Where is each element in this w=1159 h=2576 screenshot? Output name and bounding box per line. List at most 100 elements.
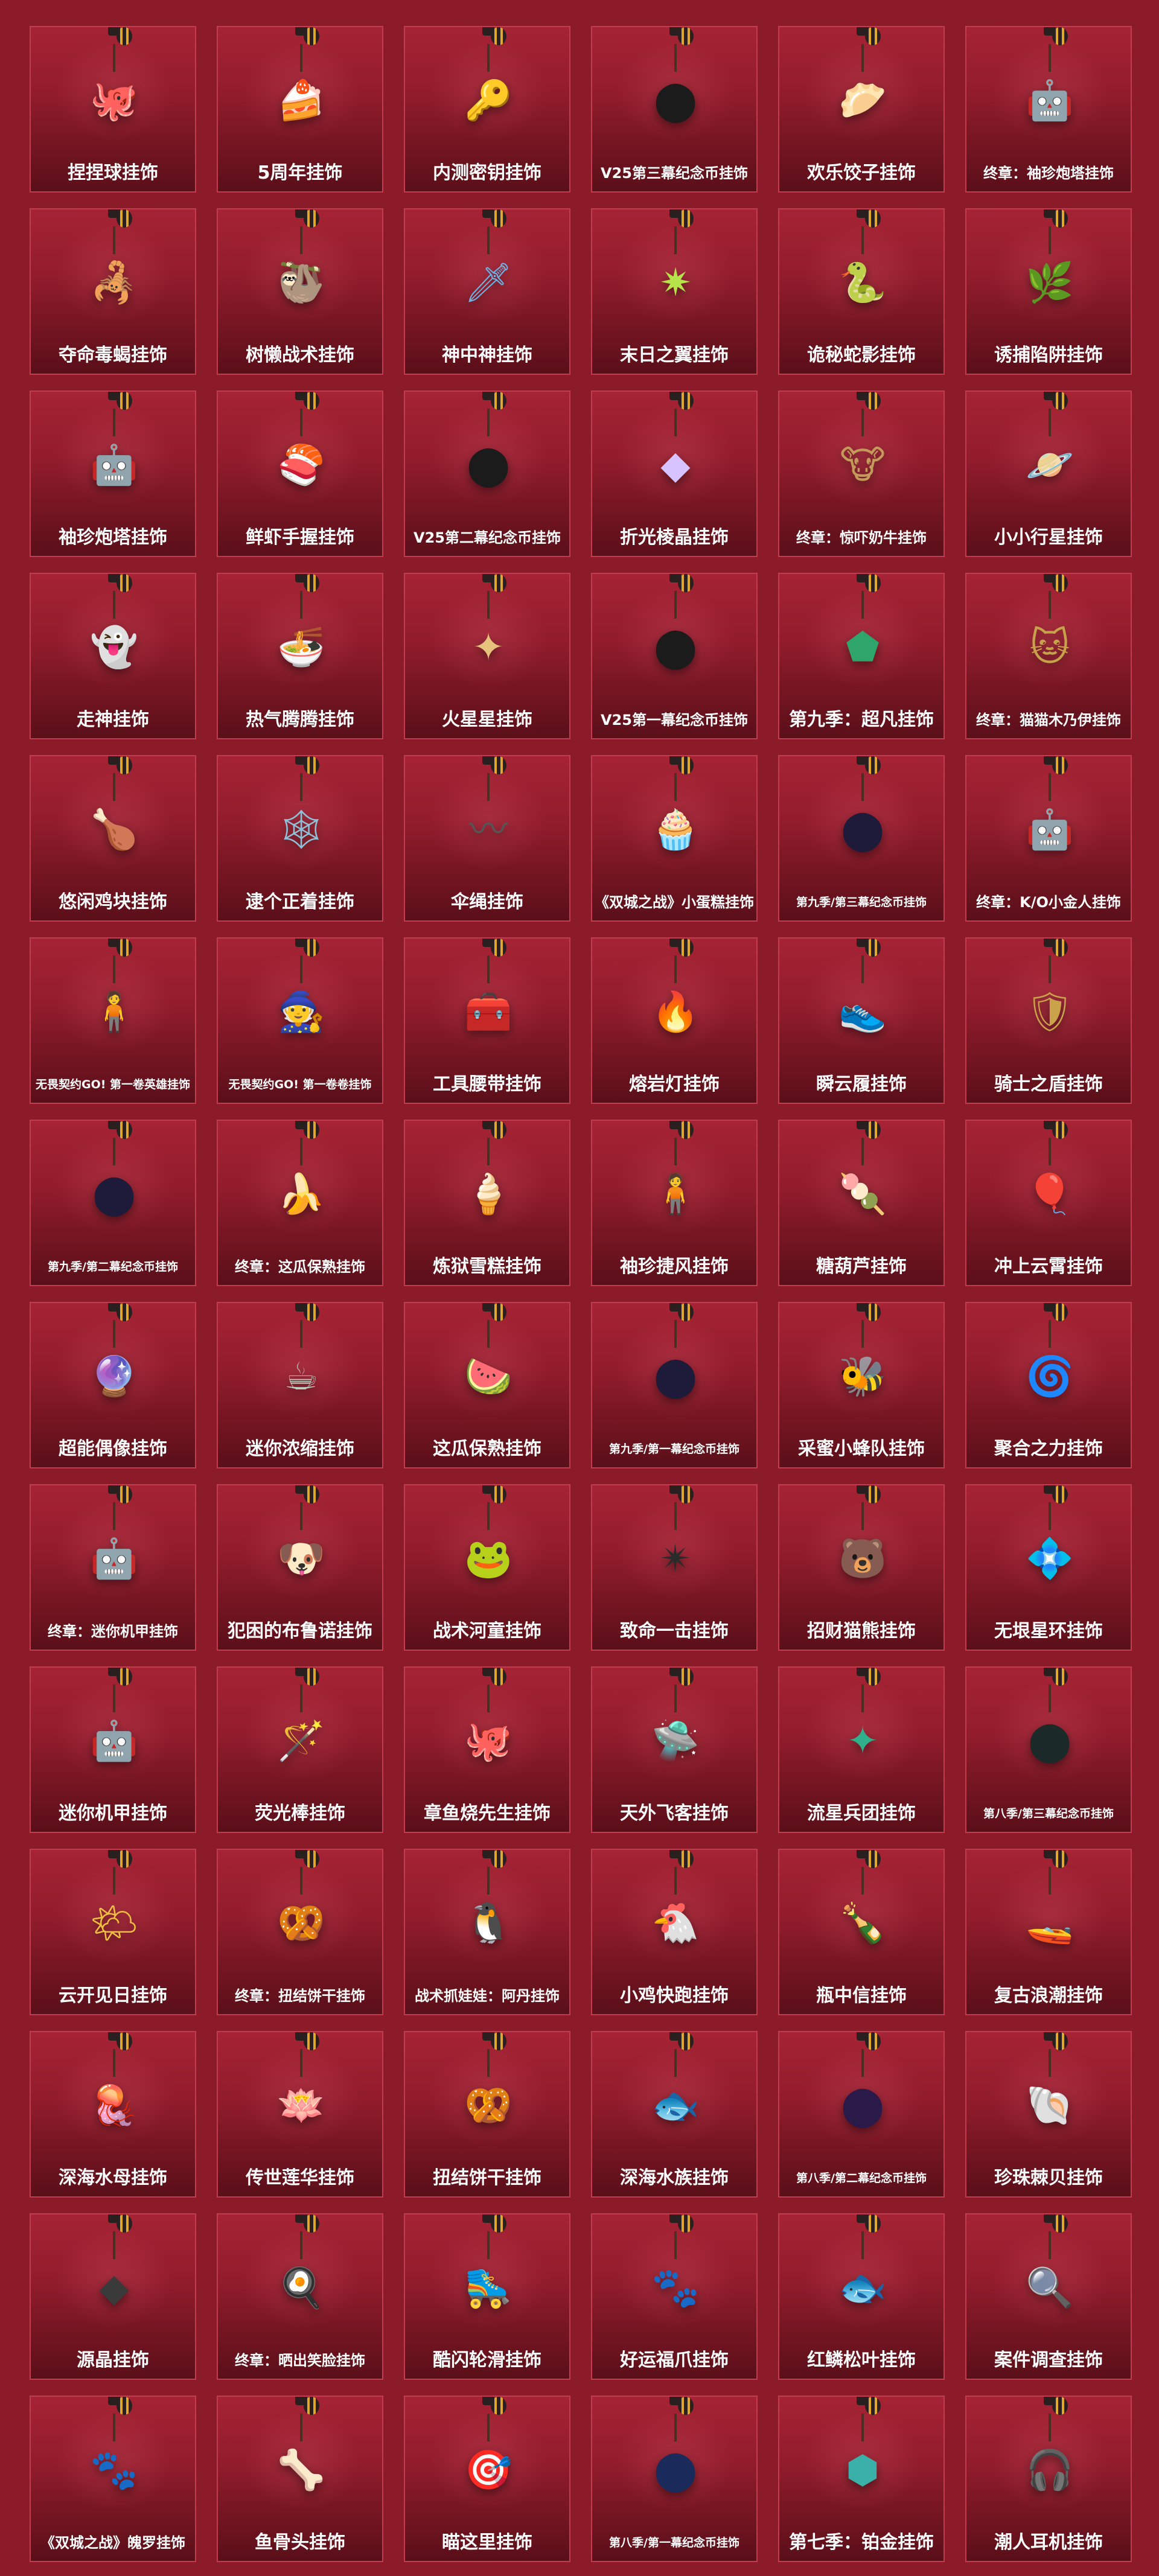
charm-card[interactable]: 🔮 超能偶像挂饰 bbox=[30, 1302, 196, 1468]
charm-card[interactable]: 🥟 欢乐饺子挂饰 bbox=[778, 26, 945, 193]
charm-card[interactable]: 🍣 鲜虾手握挂饰 bbox=[217, 391, 383, 557]
charm-card[interactable]: 🍗 悠闲鸡块挂饰 bbox=[30, 755, 196, 922]
charm-card[interactable]: 🐻 招财猫熊挂饰 bbox=[778, 1484, 945, 1651]
charm-card[interactable]: 🐱 终章：猫猫木乃伊挂饰 bbox=[965, 573, 1132, 739]
charm-card[interactable]: 👟 瞬云履挂饰 bbox=[778, 937, 945, 1104]
charm-card[interactable]: 🪷 传世莲华挂饰 bbox=[217, 2031, 383, 2198]
charm-card[interactable]: ⬤ 第八季/第三幕纪念币挂饰 bbox=[965, 1666, 1132, 1833]
platinum-badge-charm-icon: ⬢ bbox=[846, 2448, 880, 2493]
charm-card[interactable]: 🍰 5周年挂饰 bbox=[217, 26, 383, 193]
charm-card[interactable]: 🧰 工具腰带挂饰 bbox=[404, 937, 570, 1104]
charm-card[interactable]: 🤖 袖珍炮塔挂饰 bbox=[30, 391, 196, 557]
charm-card[interactable]: 🔍 案件调查挂饰 bbox=[965, 2213, 1132, 2380]
charm-card[interactable]: 🧁 《双城之战》小蛋糕挂饰 bbox=[591, 755, 758, 922]
ring-orb-charm-icon: 💠 bbox=[1026, 1537, 1074, 1581]
melon-slice-charm-icon: 🍌 bbox=[277, 1172, 325, 1217]
turret-charm-icon: 🤖 bbox=[90, 443, 138, 488]
charm-card[interactable]: 🦥 树懒战术挂饰 bbox=[217, 208, 383, 375]
charm-card[interactable]: 🥨 终章：扭结饼干挂饰 bbox=[217, 1849, 383, 2015]
charm-card[interactable]: 🐙 捏捏球挂饰 bbox=[30, 26, 196, 193]
charm-card[interactable]: 🐧 战术抓娃娃：阿丹挂饰 bbox=[404, 1849, 570, 2015]
charm-card[interactable]: 🐸 战术河童挂饰 bbox=[404, 1484, 570, 1651]
charm-card[interactable]: 🧍 无畏契约GO! 第一卷英雄挂饰 bbox=[30, 937, 196, 1104]
charm-card[interactable]: 🔑 内测密钥挂饰 bbox=[404, 26, 570, 193]
charm-card[interactable]: 🍦 炼狱雪糕挂饰 bbox=[404, 1120, 570, 1286]
charm-card[interactable]: 🌀 聚合之力挂饰 bbox=[965, 1302, 1132, 1468]
charm-card[interactable]: ⬤ V25第一幕纪念币挂饰 bbox=[591, 573, 758, 739]
charm-card[interactable]: 🐾 《双城之战》魄罗挂饰 bbox=[30, 2396, 196, 2562]
clip-hook-icon bbox=[108, 1485, 132, 1503]
charm-card[interactable]: 🍳 终章：晒出笑脸挂饰 bbox=[217, 2213, 383, 2380]
clip-hook-icon bbox=[295, 939, 319, 957]
charm-card[interactable]: ◆ 源晶挂饰 bbox=[30, 2213, 196, 2380]
charm-card[interactable]: 🐍 诡秘蛇影挂饰 bbox=[778, 208, 945, 375]
charm-card[interactable]: 🍾 瓶中信挂饰 bbox=[778, 1849, 945, 2015]
charm-card[interactable]: ⬢ 第七季：铂金挂饰 bbox=[778, 2396, 945, 2562]
charm-card[interactable]: 🐶 犯困的布鲁诺挂饰 bbox=[217, 1484, 383, 1651]
charm-card[interactable]: ☕ 迷你浓缩挂饰 bbox=[217, 1302, 383, 1468]
charm-card[interactable]: ⬤ V25第二幕纪念币挂饰 bbox=[404, 391, 570, 557]
charm-card[interactable]: 🪄 荧光棒挂饰 bbox=[217, 1666, 383, 1833]
charm-card[interactable]: 🐟 红鳞松叶挂饰 bbox=[778, 2213, 945, 2380]
charm-card[interactable]: ✷ 末日之翼挂饰 bbox=[591, 208, 758, 375]
charm-card[interactable]: 🧙 无畏契约GO! 第一卷卷挂饰 bbox=[217, 937, 383, 1104]
charm-card[interactable]: 🍌 终章：这瓜保熟挂饰 bbox=[217, 1120, 383, 1286]
charm-card[interactable]: 🤖 终章：袖珍炮塔挂饰 bbox=[965, 26, 1132, 193]
charm-card[interactable]: ⬤ 第八季/第一幕纪念币挂饰 bbox=[591, 2396, 758, 2562]
charm-card[interactable]: 🦂 夺命毒蝎挂饰 bbox=[30, 208, 196, 375]
charm-name: 潮人耳机挂饰 bbox=[994, 2532, 1103, 2553]
charm-card[interactable]: 🐔 小鸡快跑挂饰 bbox=[591, 1849, 758, 2015]
charm-card[interactable]: 🪼 深海水母挂饰 bbox=[30, 2031, 196, 2198]
agent-figure-charm-icon: 🧍 bbox=[90, 990, 138, 1035]
charm-card[interactable]: 🌤 云开见日挂饰 bbox=[30, 1849, 196, 2015]
charm-name: 捏捏球挂饰 bbox=[68, 162, 158, 183]
charm-card[interactable]: ⬤ 第九季/第三幕纪念币挂饰 bbox=[778, 755, 945, 922]
charm-card[interactable]: 💠 无垠星环挂饰 bbox=[965, 1484, 1132, 1651]
charm-card[interactable]: 🎈 冲上云霄挂饰 bbox=[965, 1120, 1132, 1286]
charm-card[interactable]: 🕸 逮个正着挂饰 bbox=[217, 755, 383, 922]
charm-card[interactable]: 🐙 章鱼烧先生挂饰 bbox=[404, 1666, 570, 1833]
clip-hook-icon bbox=[1044, 2397, 1068, 2415]
charm-card[interactable]: 🍜 热气腾腾挂饰 bbox=[217, 573, 383, 739]
charm-card[interactable]: 🤖 终章：迷你机甲挂饰 bbox=[30, 1484, 196, 1651]
charm-card[interactable]: 🍡 糖葫芦挂饰 bbox=[778, 1120, 945, 1286]
charm-card[interactable]: ⬤ 第八季/第二幕纪念币挂饰 bbox=[778, 2031, 945, 2198]
charm-card[interactable]: 🤖 迷你机甲挂饰 bbox=[30, 1666, 196, 1833]
charm-card[interactable]: 🐮 终章：惊吓奶牛挂饰 bbox=[778, 391, 945, 557]
charm-card[interactable]: ✴ 致命一击挂饰 bbox=[591, 1484, 758, 1651]
charm-card[interactable]: 🧍 袖珍捷风挂饰 bbox=[591, 1120, 758, 1286]
charm-cord bbox=[1049, 2414, 1051, 2441]
charm-card[interactable]: 🎧 潮人耳机挂饰 bbox=[965, 2396, 1132, 2562]
charm-card[interactable]: 🐚 珍珠棘贝挂饰 bbox=[965, 2031, 1132, 2198]
charm-card[interactable]: ⬤ V25第三幕纪念币挂饰 bbox=[591, 26, 758, 193]
charm-cord bbox=[1049, 1867, 1051, 1895]
charm-card[interactable]: 🐝 采蜜小蜂队挂饰 bbox=[778, 1302, 945, 1468]
charm-card[interactable]: 🌿 诱捕陷阱挂饰 bbox=[965, 208, 1132, 375]
charm-card[interactable]: 🍉 这瓜保熟挂饰 bbox=[404, 1302, 570, 1468]
charm-card[interactable]: 🪐 小小行星挂饰 bbox=[965, 391, 1132, 557]
charm-card[interactable]: 🐾 好运福爪挂饰 bbox=[591, 2213, 758, 2380]
charm-card[interactable]: ✦ 流星兵团挂饰 bbox=[778, 1666, 945, 1833]
charm-card[interactable]: ✦ 火星星挂饰 bbox=[404, 573, 570, 739]
serpent-blade-charm-icon: 🐍 bbox=[838, 261, 887, 305]
charm-card[interactable]: ⬤ 第九季/第二幕纪念币挂饰 bbox=[30, 1120, 196, 1286]
charm-name: 瓶中信挂饰 bbox=[816, 1985, 907, 2006]
charm-card[interactable]: 🐟 深海水族挂饰 bbox=[591, 2031, 758, 2198]
charm-card[interactable]: 🛡 骑士之盾挂饰 bbox=[965, 937, 1132, 1104]
charm-card[interactable]: 🥨 扭结饼干挂饰 bbox=[404, 2031, 570, 2198]
charm-card[interactable]: 🦴 鱼骨头挂饰 bbox=[217, 2396, 383, 2562]
charm-card[interactable]: 〰伞绳挂饰 bbox=[404, 755, 570, 922]
charm-name: 5周年挂饰 bbox=[257, 162, 343, 183]
charm-card[interactable]: ⬟ 第九季：超凡挂饰 bbox=[778, 573, 945, 739]
charm-card[interactable]: 🛼 酷闪轮滑挂饰 bbox=[404, 2213, 570, 2380]
charm-card[interactable]: 👻 走神挂饰 bbox=[30, 573, 196, 739]
charm-card[interactable]: ⬤ 第九季/第一幕纪念币挂饰 bbox=[591, 1302, 758, 1468]
charm-card[interactable]: 🛸 天外飞客挂饰 bbox=[591, 1666, 758, 1833]
bottle-charm-icon: 🍾 bbox=[838, 1901, 887, 1946]
charm-card[interactable]: 🤖 终章：K/O小金人挂饰 bbox=[965, 755, 1132, 922]
charm-card[interactable]: 🗡 神中神挂饰 bbox=[404, 208, 570, 375]
charm-card[interactable]: 🚤 复古浪潮挂饰 bbox=[965, 1849, 1132, 2015]
charm-card[interactable]: ◆ 折光棱晶挂饰 bbox=[591, 391, 758, 557]
charm-card[interactable]: 🎯 瞄这里挂饰 bbox=[404, 2396, 570, 2562]
charm-card[interactable]: 🔥 熔岩灯挂饰 bbox=[591, 937, 758, 1104]
